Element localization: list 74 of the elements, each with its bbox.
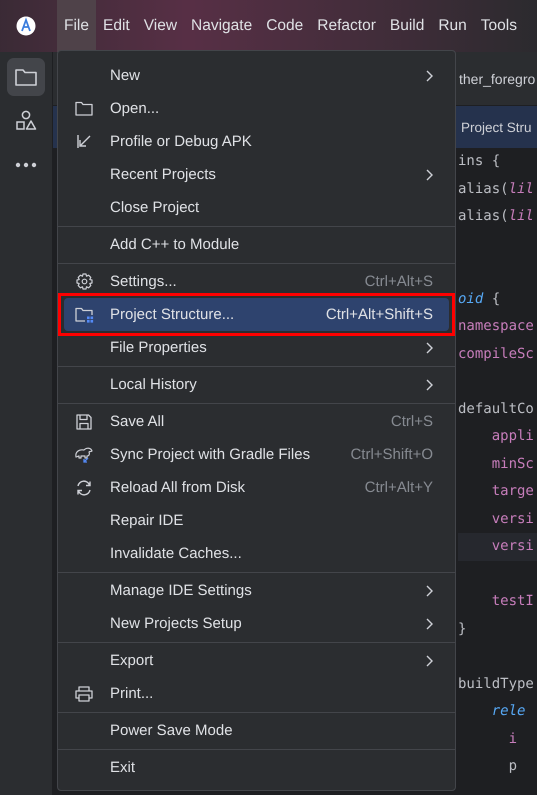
menu-bar-item[interactable]: Tools (474, 0, 524, 52)
menu-bar-item[interactable]: File (57, 0, 96, 52)
menu-item[interactable]: New Projects Setup (64, 607, 449, 640)
chevron-right-icon (426, 654, 433, 666)
shortcut-text: Ctrl+Shift+O (350, 446, 433, 463)
chevron-right-icon (426, 584, 433, 596)
code-line: defaultCo (458, 400, 535, 418)
code-line: testI (490, 592, 535, 611)
shortcut-text: Ctrl+Alt+Y (364, 479, 433, 496)
menu-item[interactable]: Add C++ to Module (64, 228, 449, 261)
more-icon (15, 162, 37, 168)
arrow-icon (76, 134, 92, 150)
reload-icon (75, 480, 93, 496)
chevron-right-icon (426, 70, 433, 82)
menu-bar-item[interactable]: Edit (96, 0, 137, 52)
folder-icon (74, 306, 94, 322)
chevron-right-icon (426, 342, 433, 354)
code-line: targe (490, 482, 535, 501)
folder-icon (75, 101, 93, 116)
code-line: appli (490, 427, 535, 446)
shortcut-text: Ctrl+Alt+S (364, 273, 433, 290)
code-line: rele (490, 702, 526, 721)
menu-bar-item[interactable]: Navigate (184, 0, 260, 52)
code-line: alias(lil (458, 180, 535, 198)
menu-bar-item[interactable]: View (136, 0, 184, 52)
chevron-right-icon (426, 168, 433, 180)
code-line: namespace (458, 317, 535, 336)
shortcut-text: Ctrl+Alt+Shift+S (326, 306, 433, 323)
code-line: oid { (458, 290, 502, 308)
menu-item[interactable]: Sync Project with Gradle Files Ctrl+Shift+O (64, 438, 449, 471)
project-button[interactable] (7, 58, 45, 96)
code-line: compileSc (458, 344, 535, 364)
chevron-right-icon (426, 378, 433, 390)
code-line: alias(lil (458, 207, 535, 226)
shortcut-text: Ctrl+S (390, 413, 433, 430)
menu-item[interactable]: Close Project (64, 191, 449, 224)
menu-item[interactable]: Repair IDE (64, 504, 449, 537)
menu-item[interactable]: Save All Ctrl+S (64, 405, 449, 438)
shapes-icon (15, 110, 37, 132)
menu-item[interactable]: Invalidate Caches... (64, 537, 449, 570)
menu-item[interactable]: Print... (64, 677, 449, 710)
chevron-right-icon (426, 618, 433, 630)
code-line: p (508, 757, 518, 776)
code-line: } (458, 620, 468, 638)
menu-bar-item[interactable]: Code (259, 0, 310, 52)
code-line: i (508, 730, 518, 748)
printer-icon (75, 686, 93, 702)
menu-item[interactable]: Recent Projects (64, 158, 449, 191)
menu-item[interactable]: Export (64, 644, 449, 677)
menu-item[interactable]: Project Structure... Ctrl+Alt+Shift+S (64, 298, 449, 331)
menu-bar-item[interactable]: Build (382, 0, 432, 52)
menu-item[interactable]: Settings... Ctrl+Alt+S (64, 265, 449, 298)
banner-text: Project Stru (461, 120, 532, 134)
code-line: buildType (458, 674, 535, 694)
code-line: versi (490, 510, 535, 528)
menu-item[interactable]: Manage IDE Settings (64, 574, 449, 607)
code-line: minSc (490, 454, 535, 474)
settings-icon (76, 273, 92, 290)
menu-item[interactable]: Open... (64, 92, 449, 125)
menu-item[interactable]: Reload All from Disk Ctrl+Alt+Y (64, 471, 449, 504)
folder-icon (14, 67, 38, 87)
menu-item[interactable]: Exit (64, 751, 449, 784)
menu-bar-item[interactable]: Run (431, 0, 474, 52)
menu-item[interactable]: Local History (64, 368, 449, 401)
save-icon (76, 414, 92, 430)
code-line: ins { (458, 152, 502, 171)
menu-bar-item[interactable]: Refactor (310, 0, 383, 52)
menu-item[interactable]: File Properties (64, 331, 449, 364)
menu-item[interactable]: New (64, 59, 449, 92)
menu-item[interactable]: Profile or Debug APK (64, 125, 449, 158)
logo-icon (16, 16, 36, 36)
editor-tab[interactable]: ther_foregro (459, 70, 536, 86)
menu-item[interactable]: Power Save Mode (64, 714, 449, 747)
elephant-icon (74, 446, 94, 463)
